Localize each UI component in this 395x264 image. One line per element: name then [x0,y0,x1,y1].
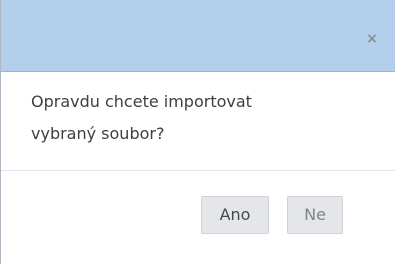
confirm-dialog: × Opravdu chcete importovat vybraný soub… [0,0,395,264]
message-line-1: Opravdu chcete importovat [31,92,252,111]
no-button[interactable]: Ne [287,196,343,234]
dialog-titlebar: × [1,0,395,72]
message-line-2: vybraný soubor? [31,124,165,143]
dialog-divider [1,170,395,171]
yes-button[interactable]: Ano [201,196,269,234]
dialog-message: Opravdu chcete importovat vybraný soubor… [31,86,361,150]
close-icon[interactable]: × [363,30,381,48]
